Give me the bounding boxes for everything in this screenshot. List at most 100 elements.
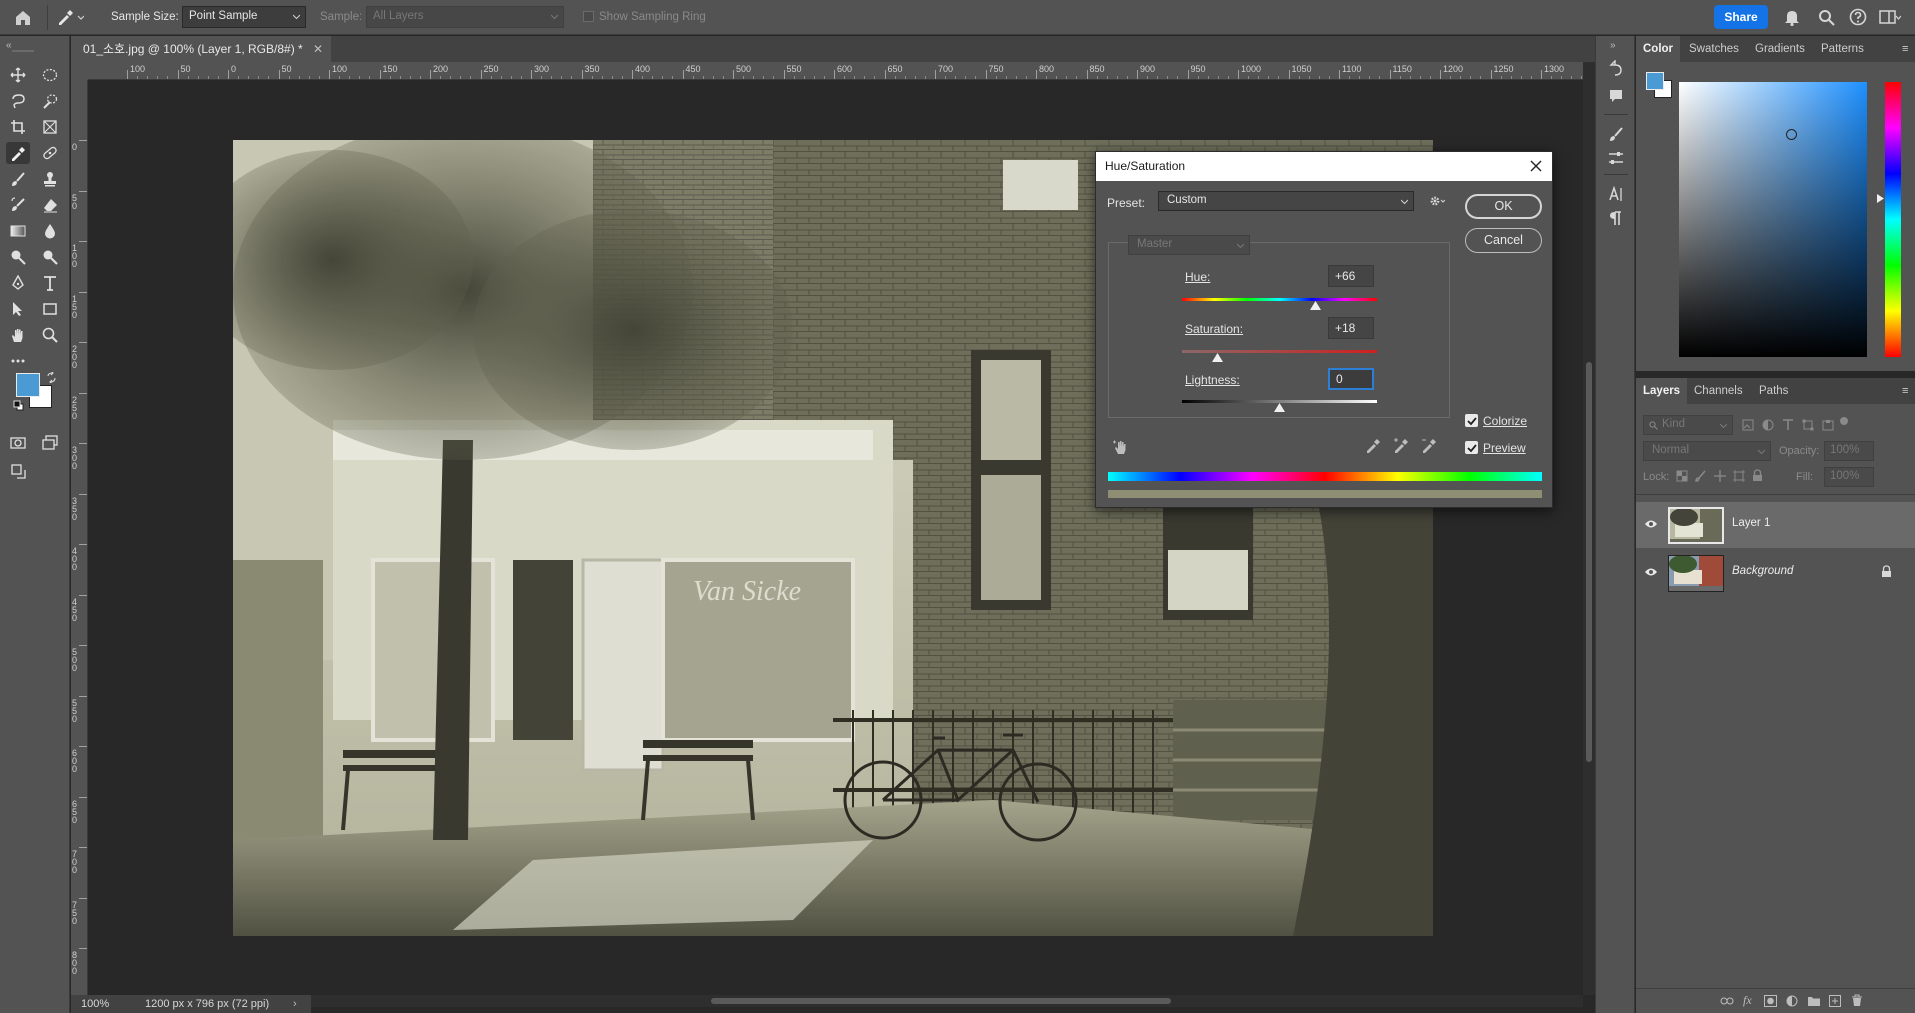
- brush-settings-icon[interactable]: [1608, 126, 1624, 142]
- add-mask-icon[interactable]: [1764, 995, 1777, 1007]
- swap-colors-icon[interactable]: [46, 372, 57, 383]
- collapse-icons-icon[interactable]: »: [1610, 40, 1616, 51]
- type-tool-icon[interactable]: [38, 272, 62, 294]
- screen-mode-icon[interactable]: [38, 432, 62, 454]
- opacity-input[interactable]: 100%: [1824, 441, 1874, 461]
- eyedropper-sample-icon[interactable]: [1365, 437, 1381, 453]
- artboard-icon[interactable]: [6, 460, 30, 482]
- notifications-bell-icon[interactable]: [1784, 8, 1800, 26]
- lasso-tool-icon[interactable]: [6, 90, 30, 112]
- layer-visibility-eye-icon[interactable]: [1644, 567, 1658, 577]
- hue-strip[interactable]: [1885, 82, 1901, 357]
- blend-mode-dropdown[interactable]: Normal: [1643, 441, 1771, 461]
- lock-transparent-icon[interactable]: [1676, 470, 1688, 482]
- quick-mask-icon[interactable]: [6, 432, 30, 454]
- horizontal-scrollbar[interactable]: [311, 995, 1583, 1007]
- gradient-tool-icon[interactable]: [6, 220, 30, 242]
- brush-tool-icon[interactable]: [6, 168, 30, 190]
- tab-patterns[interactable]: Patterns: [1814, 36, 1871, 62]
- zoom-level[interactable]: 100%: [81, 995, 109, 1013]
- eyedropper-tool-icon[interactable]: [56, 8, 84, 26]
- workspace-icon[interactable]: [1879, 9, 1901, 26]
- share-button[interactable]: Share: [1714, 5, 1768, 29]
- lightness-value-input[interactable]: 0: [1328, 368, 1374, 390]
- dodge-tool-icon[interactable]: [6, 246, 30, 268]
- layer-style-fx-icon[interactable]: fx: [1743, 993, 1752, 1008]
- targeted-adjustment-hand-icon[interactable]: [1112, 437, 1130, 455]
- tab-color[interactable]: Color: [1636, 36, 1681, 62]
- tab-channels[interactable]: Channels: [1687, 378, 1750, 404]
- ruler-origin[interactable]: [71, 62, 88, 80]
- lock-image-icon[interactable]: [1695, 470, 1707, 482]
- marquee-tool-icon[interactable]: [38, 64, 62, 86]
- ok-button[interactable]: OK: [1465, 194, 1542, 219]
- quick-selection-tool-icon[interactable]: [38, 90, 62, 112]
- layer-name[interactable]: Background: [1732, 565, 1793, 577]
- lock-position-icon[interactable]: [1714, 470, 1726, 482]
- panel-menu-icon[interactable]: ≡: [1902, 43, 1908, 55]
- status-arrow-icon[interactable]: ›: [293, 995, 297, 1013]
- lock-artboard-icon[interactable]: [1733, 470, 1745, 482]
- new-layer-icon[interactable]: [1829, 995, 1841, 1007]
- preset-options-gear-icon[interactable]: [1429, 194, 1445, 208]
- close-icon[interactable]: [1528, 158, 1544, 174]
- character-panel-icon[interactable]: [1608, 186, 1624, 202]
- layer-row-background[interactable]: Background: [1636, 550, 1915, 596]
- sampling-ring-checkbox[interactable]: [583, 11, 594, 22]
- layer-filter-dropdown[interactable]: Kind: [1643, 415, 1733, 435]
- link-layers-icon[interactable]: [1720, 995, 1734, 1007]
- default-colors-icon[interactable]: [13, 400, 24, 411]
- hand-tool-icon[interactable]: [6, 324, 30, 346]
- tab-gradients[interactable]: Gradients: [1748, 36, 1812, 62]
- fill-input[interactable]: 100%: [1824, 467, 1874, 487]
- color-picker-marker[interactable]: [1786, 129, 1797, 140]
- path-selection-tool-icon[interactable]: [6, 298, 30, 320]
- dialog-title-bar[interactable]: Hue/Saturation: [1096, 152, 1552, 181]
- blur-tool-icon[interactable]: [38, 220, 62, 242]
- collapse-toolbar-icon[interactable]: «: [6, 40, 12, 51]
- adjustments-icon[interactable]: [1608, 150, 1624, 166]
- filter-type-icon[interactable]: [1782, 419, 1794, 431]
- tab-swatches[interactable]: Swatches: [1682, 36, 1746, 62]
- layer-name[interactable]: Layer 1: [1732, 517, 1770, 529]
- preview-checkbox[interactable]: [1465, 441, 1478, 454]
- filter-smart-object-icon[interactable]: [1822, 419, 1834, 431]
- eyedropper-tool-icon[interactable]: [6, 142, 30, 164]
- sample-dropdown[interactable]: All Layers: [366, 6, 564, 28]
- horizontal-ruler[interactable]: 100 50 0 50 100 150 200 250 300 350 400 450 500 550 60…: [88, 62, 1583, 80]
- rectangle-tool-icon[interactable]: [38, 298, 62, 320]
- sample-size-dropdown[interactable]: Point Sample: [182, 6, 306, 28]
- history-panel-icon[interactable]: [1608, 60, 1624, 76]
- edit-toolbar-icon[interactable]: [6, 350, 30, 372]
- crop-tool-icon[interactable]: [6, 116, 30, 138]
- tab-paths[interactable]: Paths: [1752, 378, 1795, 404]
- new-adjustment-layer-icon[interactable]: [1786, 995, 1798, 1007]
- filter-shape-icon[interactable]: [1802, 419, 1814, 431]
- hue-value-input[interactable]: +66: [1328, 265, 1374, 287]
- search-icon[interactable]: [1818, 9, 1835, 26]
- hue-strip-marker-icon[interactable]: [1877, 194, 1884, 203]
- filter-toggle-icon[interactable]: [1840, 417, 1848, 425]
- vertical-scroll-thumb[interactable]: [1586, 362, 1592, 762]
- layer-lock-icon[interactable]: [1881, 565, 1892, 578]
- channel-dropdown[interactable]: Master: [1128, 235, 1250, 255]
- comments-panel-icon[interactable]: [1608, 88, 1624, 104]
- spot-healing-tool-icon[interactable]: [38, 142, 62, 164]
- saturation-value-input[interactable]: +18: [1328, 317, 1374, 339]
- cancel-button[interactable]: Cancel: [1465, 228, 1542, 253]
- hue-slider-track[interactable]: [1182, 298, 1377, 301]
- hue-slider-thumb[interactable]: [1309, 301, 1321, 310]
- layers-panel-menu-icon[interactable]: ≡: [1902, 385, 1908, 397]
- eyedropper-add-icon[interactable]: [1393, 437, 1409, 453]
- zoom-tool-icon[interactable]: [38, 324, 62, 346]
- eyedropper-subtract-icon[interactable]: [1421, 437, 1437, 453]
- frame-tool-icon[interactable]: [38, 116, 62, 138]
- foreground-color-swatch[interactable]: [16, 373, 40, 397]
- color-field[interactable]: [1679, 82, 1867, 357]
- layer-visibility-eye-icon[interactable]: [1644, 519, 1658, 529]
- pen-tool-icon[interactable]: [6, 272, 30, 294]
- close-tab-icon[interactable]: ✕: [313, 36, 323, 62]
- help-icon[interactable]: [1849, 8, 1867, 26]
- vertical-ruler[interactable]: 0 50 100 150 200 250 300 350 400 450 500 550 600 650 7…: [71, 80, 88, 995]
- color-panel-foreground-swatch[interactable]: [1646, 72, 1664, 90]
